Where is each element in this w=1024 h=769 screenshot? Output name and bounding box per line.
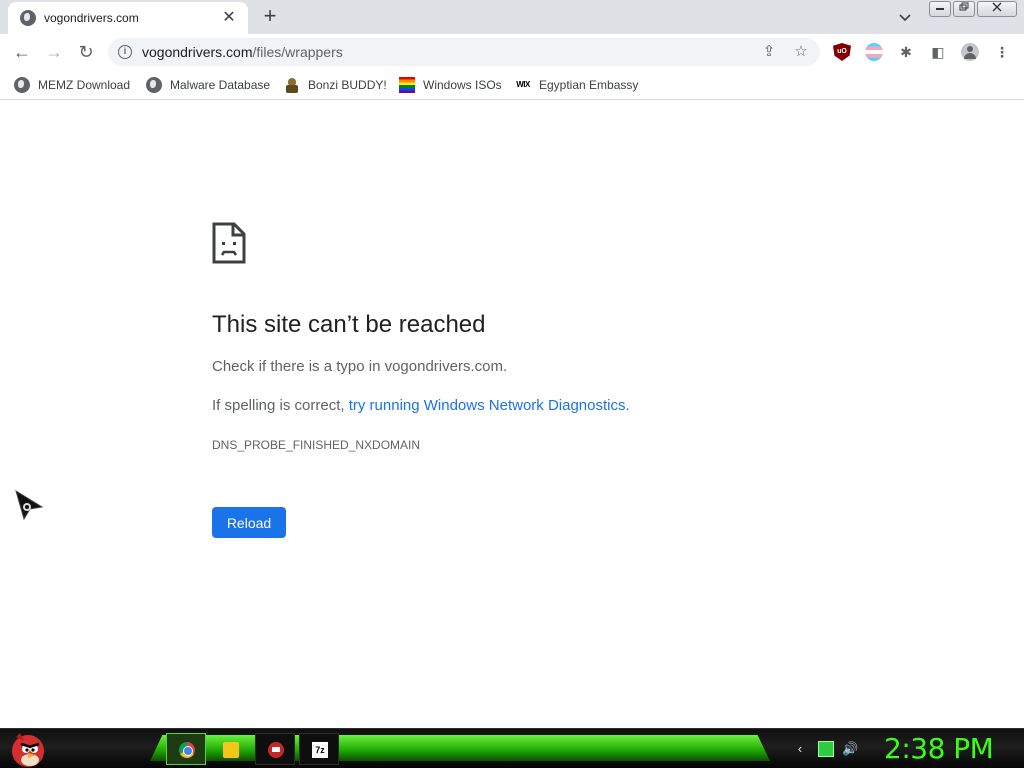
error-title: This site can’t be reached [212,311,486,338]
error-page: This site can’t be reached Check if ther… [0,101,1024,728]
7zip-icon: 7z [312,742,328,758]
network-diagnostics-link[interactable]: try running Windows Network Diagnostics [349,397,626,414]
restore-icon [959,2,969,11]
rainbow-flag-icon [399,77,415,93]
bookmark-windows-isos[interactable]: Windows ISOs [399,75,502,95]
bookmark-malware-database[interactable]: Malware Database [146,75,270,95]
close-tab-icon[interactable]: ✕ [220,9,238,27]
minimize-icon [936,8,944,10]
reload-toolbar-button[interactable]: ↻ [74,40,98,64]
url-host: vogondrivers.com [142,44,253,60]
taskbar-app[interactable] [255,733,295,765]
error-suggestion-diagnostics: If spelling is correct, try running Wind… [212,397,630,414]
reload-button[interactable]: Reload [212,507,286,538]
restore-button[interactable] [953,1,975,17]
globe-icon [20,10,36,26]
close-window-button[interactable] [977,1,1017,17]
extensions-puzzle-icon[interactable]: ✱ [897,43,915,61]
url-path: /files/wrappers [252,44,343,60]
taskbar-chrome[interactable] [166,733,206,765]
trans-flag-extension-icon[interactable] [865,43,883,61]
tab-strip: vogondrivers.com ✕ + [0,0,1024,34]
close-window-icon [992,2,1002,12]
bookmarks-bar: MEMZ Download Malware Database Bonzi BUD… [0,70,1024,100]
new-tab-button[interactable]: + [258,5,282,29]
forward-button[interactable]: → [42,40,66,64]
share-icon[interactable]: ⇪ [760,43,778,61]
back-button[interactable]: ← [10,40,34,64]
taskbar-file-explorer[interactable] [210,733,250,765]
bookmark-label: Windows ISOs [423,78,502,92]
volume-icon[interactable]: 🔊 [842,741,858,757]
tab-vogondrivers[interactable]: vogondrivers.com ✕ [8,2,248,34]
app-icon [268,742,284,758]
bookmark-label: Egyptian Embassy [539,78,639,92]
site-info-icon[interactable]: i [118,45,132,59]
sad-document-icon [212,222,246,264]
suggestion-prefix: If spelling is correct, [212,397,349,414]
taskbar-clock[interactable]: 2:38 PM [884,732,994,765]
bookmark-label: Bonzi BUDDY! [308,78,387,92]
menu-kebab-icon[interactable]: ⋮ [993,43,1011,61]
side-panel-icon[interactable]: ◧ [929,43,947,61]
bonzi-icon [284,77,300,93]
address-bar[interactable]: i vogondrivers.com/files/wrappers ⇪ ☆ [108,38,820,66]
profile-avatar-icon[interactable] [961,43,979,61]
tray-chevron-icon[interactable]: ‹ [792,741,808,757]
taskbar: 7z ‹ 🔊 2:38 PM [0,728,1024,768]
mouse-cursor-icon [15,489,44,521]
suggestion-suffix: . [625,397,630,414]
minimize-button[interactable] [929,1,951,17]
bookmark-label: MEMZ Download [38,78,131,92]
browser-toolbar: ← → ↻ i vogondrivers.com/files/wrappers … [0,34,1024,70]
wix-icon: WIX [516,80,530,89]
ublock-origin-icon[interactable]: uO [833,43,851,61]
tab-title: vogondrivers.com [44,11,139,25]
bookmark-bonzi-buddy[interactable]: Bonzi BUDDY! [284,75,387,95]
start-angry-bird-icon[interactable] [6,729,48,769]
tab-search-button[interactable] [895,8,915,28]
globe-icon [146,77,162,93]
bookmark-memz-download[interactable]: MEMZ Download [14,75,130,95]
taskbar-7zip[interactable]: 7z [299,733,339,765]
chevron-down-icon [899,14,911,22]
network-icon[interactable] [818,741,834,757]
bookmark-star-icon[interactable]: ☆ [792,43,810,61]
chrome-icon [179,742,195,758]
error-suggestion-typo: Check if there is a typo in vogondrivers… [212,358,508,375]
error-code: DNS_PROBE_FINISHED_NXDOMAIN [212,438,421,452]
bookmark-label: Malware Database [170,78,271,92]
globe-icon [14,77,30,93]
bookmark-egyptian-embassy[interactable]: WIX Egyptian Embassy [515,75,638,95]
url-text[interactable]: vogondrivers.com/files/wrappers [142,44,343,60]
folder-icon [223,742,239,758]
